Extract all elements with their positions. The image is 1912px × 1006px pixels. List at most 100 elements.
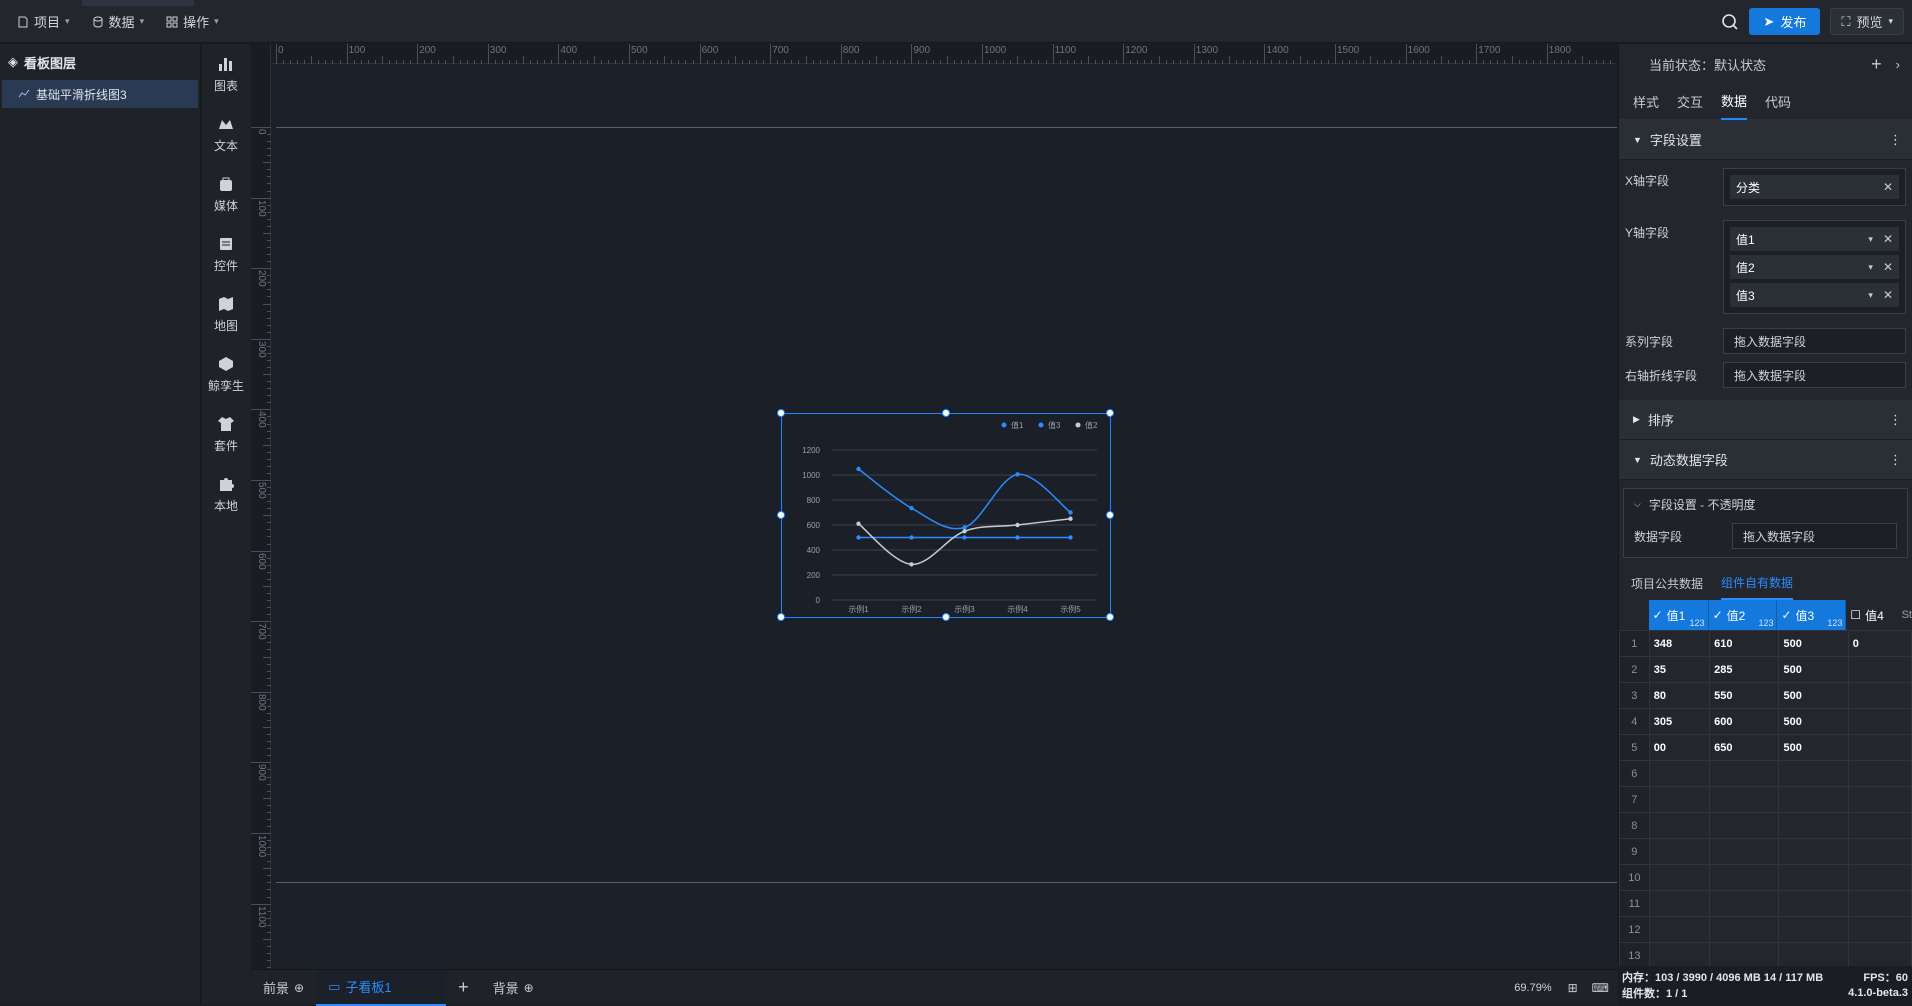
table-cell[interactable] [1778,838,1849,865]
table-cell[interactable] [1847,916,1912,943]
tool-map[interactable]: 地图 [202,284,250,344]
tab-public-data[interactable]: 项目公共数据 [1631,566,1703,600]
table-cell[interactable] [1648,916,1711,943]
table-cell[interactable] [1847,864,1912,891]
menu-data[interactable]: 数据 ▾ [83,9,154,35]
table-cell[interactable]: 500 [1778,734,1849,761]
menu-project[interactable]: 项目 ▾ [8,9,79,35]
table-cell[interactable] [1847,942,1912,969]
table-row[interactable]: 1 348 610 500 0 [1619,630,1912,657]
field-chip[interactable]: 值2 ▾ ✕ [1730,255,1899,279]
preview-button[interactable]: ⛶ 预览 ▾ [1830,8,1904,35]
table-cell[interactable]: 0 [1847,630,1912,657]
table-cell[interactable]: 550 [1709,682,1780,709]
table-cell[interactable] [1648,838,1711,865]
table-cell[interactable] [1709,786,1780,813]
fit-screen-icon[interactable]: ⊞ [1568,981,1578,995]
sort-section[interactable]: ▶ 排序 ⋮ [1619,400,1912,440]
table-row[interactable]: 11 [1619,890,1912,917]
resize-handle-tm[interactable] [942,409,950,417]
close-icon[interactable]: ✕ [1883,180,1893,194]
tab-subboard[interactable]: ▭ 子看板1 [316,969,447,1006]
table-row[interactable]: 4 305 600 500 [1619,708,1912,735]
tool-control[interactable]: 控件 [202,224,250,284]
table-row[interactable]: 2 35 285 500 [1619,656,1912,683]
table-cell[interactable] [1648,760,1711,787]
publish-button[interactable]: ➤ 发布 [1749,8,1821,35]
resize-handle-bl[interactable] [777,613,785,621]
table-cell[interactable] [1648,864,1711,891]
close-icon[interactable]: ✕ [1883,288,1893,302]
table-cell[interactable] [1648,812,1711,839]
search-icon[interactable] [1721,13,1739,31]
field-settings-section[interactable]: ▼ 字段设置 ⋮ [1619,120,1912,160]
more-icon[interactable]: ⋮ [1889,412,1902,428]
field-chip[interactable]: 值1 ▾ ✕ [1730,227,1899,251]
menu-operation[interactable]: 操作 ▾ [157,9,228,35]
table-row[interactable]: 9 [1619,838,1912,865]
tab-style[interactable]: 样式 [1633,84,1659,120]
zoom-level[interactable]: 69.79% [1514,982,1551,994]
tab-own-data[interactable]: 组件自有数据 [1721,566,1794,600]
table-cell[interactable]: 500 [1778,708,1849,735]
table-cell[interactable] [1778,864,1849,891]
table-cell[interactable]: 285 [1709,656,1780,683]
column-header[interactable]: ✓ 值2 123 [1708,600,1778,630]
chevron-down-icon[interactable]: ▾ [1868,262,1873,273]
table-row[interactable]: 10 [1619,864,1912,891]
table-cell[interactable] [1847,656,1912,683]
table-cell[interactable] [1709,760,1780,787]
checkbox-icon[interactable]: ☐ [1850,608,1861,622]
check-icon[interactable]: ✓ [1781,608,1791,622]
field-chip[interactable]: 值3 ▾ ✕ [1730,283,1899,307]
column-header[interactable]: ✓ 值1 123 [1648,600,1709,630]
tab-interaction[interactable]: 交互 [1677,84,1703,120]
table-row[interactable]: 8 [1619,812,1912,839]
table-row[interactable]: 7 [1619,786,1912,813]
table-cell[interactable] [1778,812,1849,839]
table-cell[interactable]: 00 [1648,734,1711,761]
add-circle-icon[interactable]: ⊕ [524,981,534,995]
check-icon[interactable]: ✓ [1713,608,1723,622]
more-icon[interactable]: ⋮ [1889,132,1902,148]
table-row[interactable]: 5 00 650 500 [1619,734,1912,761]
resize-handle-br[interactable] [1106,613,1114,621]
table-cell[interactable]: 35 [1648,656,1711,683]
tool-twin[interactable]: 鲸孪生 [202,344,250,404]
table-row[interactable]: 3 80 550 500 [1619,682,1912,709]
table-cell[interactable]: 610 [1709,630,1780,657]
table-cell[interactable] [1847,708,1912,735]
tab-foreground[interactable]: 前景 ⊕ [251,970,316,1006]
field-chip[interactable]: 分类 ✕ [1730,175,1899,199]
table-cell[interactable] [1847,838,1912,865]
data-table[interactable]: 1 348 610 500 0 2 35 285 500 3 80 550 500 4 305 600 500 5… [1619,630,1912,995]
resize-handle-ml[interactable] [777,511,785,519]
table-cell[interactable] [1709,916,1780,943]
table-cell[interactable] [1778,890,1849,917]
chevron-right-icon[interactable]: › [1896,57,1900,72]
opacity-field-head[interactable]: ⌵ 字段设置 - 不透明度 [1624,489,1907,519]
tab-background[interactable]: 背景 ⊕ [481,970,546,1006]
canvas-area[interactable]: 0 100 200 300 400 500 600 700 800 900 1000 1100 1200… [251,44,1617,969]
table-cell[interactable]: 500 [1778,682,1849,709]
table-cell[interactable]: 348 [1648,630,1711,657]
table-row[interactable]: 13 [1619,942,1912,969]
add-board-button[interactable]: + [446,970,481,1006]
table-cell[interactable] [1778,786,1849,813]
more-icon[interactable]: ⋮ [1889,452,1902,468]
table-cell[interactable]: 600 [1709,708,1780,735]
chevron-down-icon[interactable]: ▾ [1868,290,1873,301]
table-cell[interactable] [1648,786,1711,813]
table-cell[interactable] [1709,838,1780,865]
table-cell[interactable] [1847,734,1912,761]
column-header[interactable]: ✓ 值3 123 [1777,600,1847,630]
table-cell[interactable] [1847,890,1912,917]
chevron-down-icon[interactable]: ▾ [1868,234,1873,245]
resize-handle-tl[interactable] [777,409,785,417]
table-cell[interactable]: 500 [1778,630,1849,657]
table-cell[interactable] [1778,760,1849,787]
resize-handle-bm[interactable] [942,613,950,621]
table-cell[interactable] [1709,864,1780,891]
column-header[interactable]: ☐ 值4 [1846,600,1896,630]
line-chart-component[interactable]: 1200 1000 800 600 400 200 0 示例1 示例2 示例3 示例4 示例5 值1 值3… [777,409,1114,621]
